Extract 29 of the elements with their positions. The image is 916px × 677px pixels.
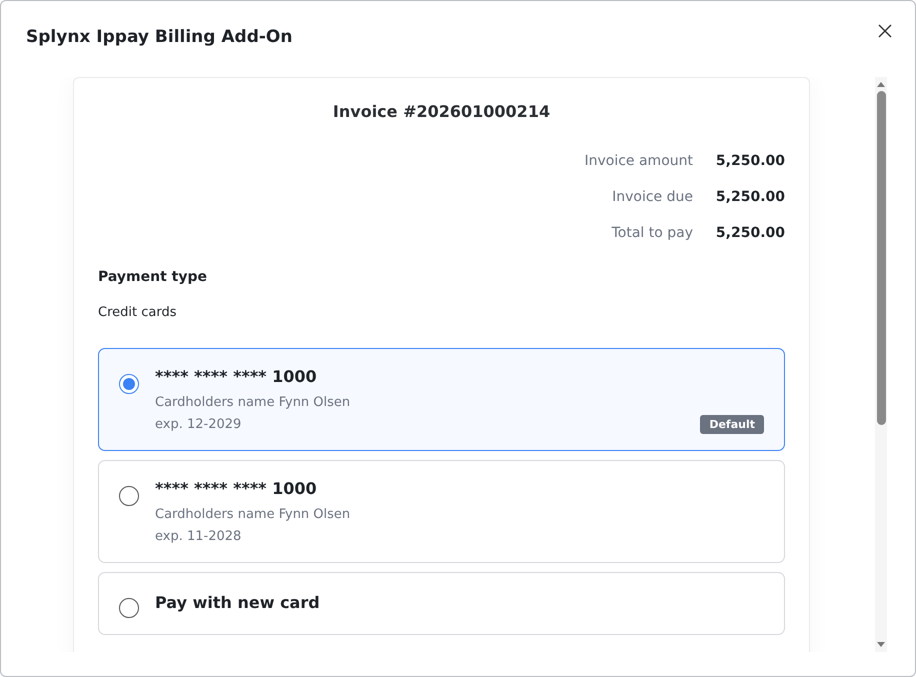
cardholder-name: Cardholders name Fynn Olsen [155, 394, 350, 412]
radio-button[interactable] [119, 374, 139, 394]
section-subheading: Credit cards [98, 305, 178, 320]
summary-value: 5,250.00 [715, 189, 785, 205]
radio-button[interactable] [119, 486, 139, 506]
new-card-option[interactable]: Pay with new card [98, 572, 785, 635]
invoice-title: Invoice #202601000214 [332, 102, 552, 121]
card-number: **** **** **** 1000 [155, 367, 318, 386]
dialog-title: Splynx Ippay Billing Add-On [26, 27, 292, 47]
cardholder-name: Cardholders name Fynn Olsen [155, 506, 350, 524]
scrollbar-thumb[interactable] [876, 91, 886, 425]
summary-label: Total to pay [612, 225, 693, 241]
close-icon [878, 24, 892, 38]
radio-button[interactable] [119, 598, 139, 618]
scroll-down-icon[interactable] [877, 642, 885, 647]
card-number: **** **** **** 1000 [155, 479, 318, 498]
card-option[interactable]: **** **** **** 1000 Cardholders name Fynn Olsen exp. 11-2028 [98, 460, 785, 563]
section-heading: Payment type [98, 269, 208, 285]
card-option[interactable]: **** **** **** 1000 Cardholders name Fynn Olsen exp. 12-2029 Default [98, 348, 785, 451]
new-card-label: Pay with new card [155, 592, 320, 614]
card-expiry: exp. 12-2029 [155, 416, 242, 434]
card-expiry: exp. 11-2028 [155, 528, 242, 546]
summary-label: Invoice amount [584, 153, 693, 169]
summary-value: 5,250.00 [715, 225, 785, 241]
default-badge: Default [700, 415, 764, 434]
scroll-up-icon[interactable] [877, 82, 885, 87]
summary-value: 5,250.00 [715, 153, 785, 169]
scrollbar[interactable] [875, 77, 887, 652]
summary-label: Invoice due [612, 189, 693, 205]
